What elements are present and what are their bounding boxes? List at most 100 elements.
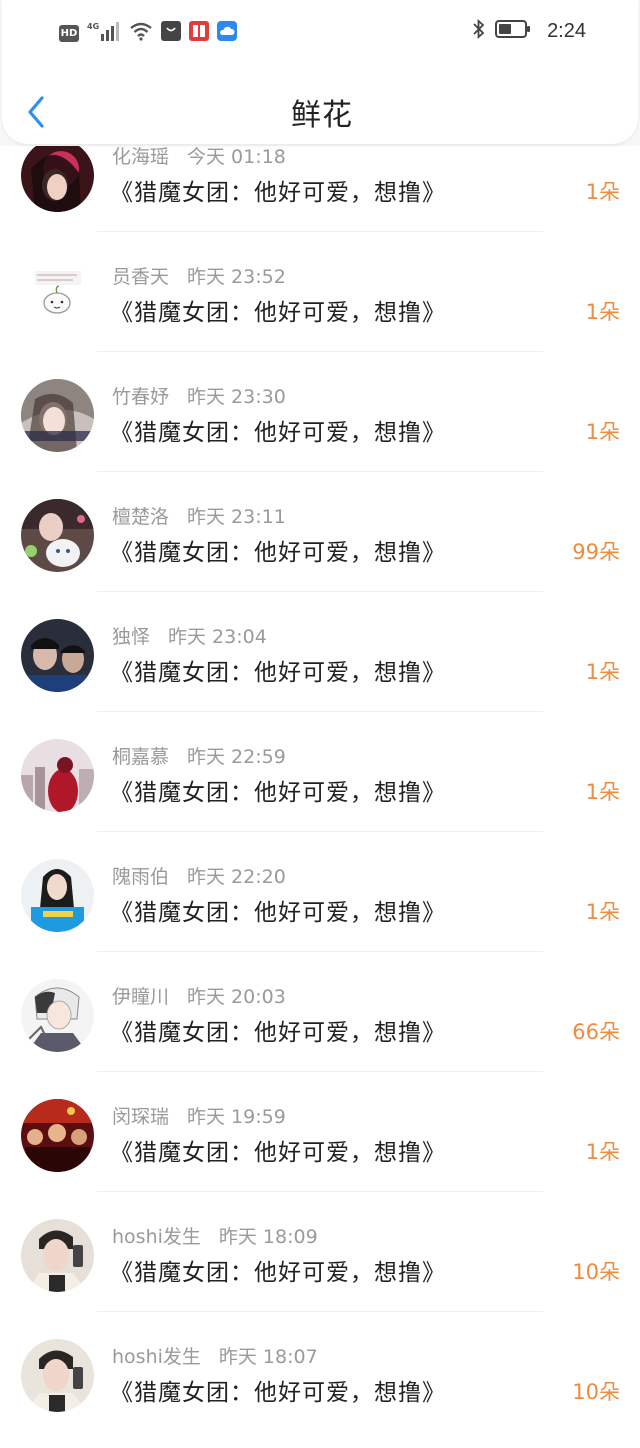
- sender-name: 伊瞳川: [112, 986, 170, 1008]
- flower-count: 99朵: [572, 540, 620, 564]
- status-time: 2:24: [547, 19, 586, 42]
- item-message: 《猎魔女团：他好可爱，想撸》: [110, 1140, 446, 1166]
- item-time: 昨天 19:59: [187, 1106, 286, 1128]
- sender-name: 员香天: [112, 266, 170, 288]
- sender-name: hoshi发生: [112, 1346, 201, 1368]
- list-item[interactable]: 闵琛瑞 昨天 19:59 《猎魔女团：他好可爱，想撸》 1朵: [0, 1088, 640, 1208]
- flower-count: 1朵: [585, 660, 620, 684]
- item-message: 《猎魔女团：他好可爱，想撸》: [110, 900, 446, 926]
- list-item[interactable]: hoshi发生 昨天 18:07 《猎魔女团：他好可爱，想撸》 10朵: [0, 1328, 640, 1448]
- item-time: 昨天 23:30: [187, 386, 286, 408]
- sender-name: 檀楚洛: [112, 506, 170, 528]
- item-meta: 闵琛瑞 昨天 19:59: [112, 1102, 286, 1129]
- avatar[interactable]: [21, 499, 94, 572]
- avatar[interactable]: [21, 259, 94, 332]
- divider: [97, 1071, 543, 1072]
- avatar[interactable]: [21, 1339, 94, 1412]
- flower-count: 1朵: [585, 420, 620, 444]
- list-item[interactable]: 化海瑶 今天 01:18 《猎魔女团：他好可爱，想撸》 1朵: [0, 128, 640, 248]
- list-item[interactable]: 桐嘉慕 昨天 22:59 《猎魔女团：他好可爱，想撸》 1朵: [0, 728, 640, 848]
- flower-count: 1朵: [585, 300, 620, 324]
- divider: [97, 231, 543, 232]
- item-time: 昨天 23:04: [168, 626, 267, 648]
- divider: [97, 831, 543, 832]
- avatar[interactable]: [21, 1219, 94, 1292]
- item-time: 昨天 20:03: [187, 986, 286, 1008]
- avatar[interactable]: [21, 379, 94, 452]
- list-item[interactable]: 员香天 昨天 23:52 《猎魔女团：他好可爱，想撸》 1朵: [0, 248, 640, 368]
- book-app-icon: [189, 21, 209, 45]
- avatar[interactable]: [21, 1099, 94, 1172]
- item-time: 昨天 23:11: [187, 506, 286, 528]
- flower-count: 1朵: [585, 1140, 620, 1164]
- flower-count: 66朵: [572, 1020, 620, 1044]
- item-message: 《猎魔女团：他好可爱，想撸》: [110, 1260, 446, 1286]
- item-time: 昨天 22:59: [187, 746, 286, 768]
- item-time: 昨天 22:20: [187, 866, 286, 888]
- status-bar: HD 4G 2:24: [2, 0, 640, 64]
- avatar[interactable]: [21, 859, 94, 932]
- sender-name: 独怿: [112, 626, 151, 648]
- item-time: 今天 01:18: [187, 146, 286, 168]
- flower-count: 1朵: [585, 780, 620, 804]
- item-meta: 员香天 昨天 23:52: [112, 262, 286, 289]
- sender-name: hoshi发生: [112, 1226, 201, 1248]
- flower-count: 10朵: [572, 1380, 620, 1404]
- cloud-app-icon: [217, 21, 237, 45]
- item-message: 《猎魔女团：他好可爱，想撸》: [110, 780, 446, 806]
- battery-icon: [495, 19, 531, 43]
- item-message: 《猎魔女团：他好可爱，想撸》: [110, 300, 446, 326]
- divider: [97, 591, 543, 592]
- flower-count: 10朵: [572, 1260, 620, 1284]
- list-item[interactable]: 檀楚洛 昨天 23:11 《猎魔女团：他好可爱，想撸》 99朵: [0, 488, 640, 608]
- hd-icon: HD: [59, 24, 79, 42]
- divider: [97, 471, 543, 472]
- bluetooth-icon: [471, 18, 487, 44]
- avatar[interactable]: [21, 139, 94, 212]
- sender-name: 闵琛瑞: [112, 1106, 170, 1128]
- item-message: 《猎魔女团：他好可爱，想撸》: [110, 1020, 446, 1046]
- item-message: 《猎魔女团：他好可爱，想撸》: [110, 420, 446, 446]
- item-meta: 独怿 昨天 23:04: [112, 622, 267, 649]
- item-meta: 檀楚洛 昨天 23:11: [112, 502, 286, 529]
- sender-name: 桐嘉慕: [112, 746, 170, 768]
- item-time: 昨天 18:07: [218, 1346, 318, 1368]
- shopping-bag-icon: [161, 21, 181, 45]
- item-meta: hoshi发生 昨天 18:07: [112, 1342, 318, 1369]
- item-meta: 桐嘉慕 昨天 22:59: [112, 742, 286, 769]
- signal-4g-icon: 4G: [87, 20, 121, 46]
- divider: [97, 951, 543, 952]
- item-message: 《猎魔女团：他好可爱，想撸》: [110, 180, 446, 206]
- item-meta: 竹春妤 昨天 23:30: [112, 382, 286, 409]
- item-time: 昨天 23:52: [187, 266, 286, 288]
- header-card: HD 4G 2:24 鲜花: [2, 0, 638, 144]
- svg-text:4G: 4G: [87, 22, 99, 31]
- list-item[interactable]: 竹春妤 昨天 23:30 《猎魔女团：他好可爱，想撸》 1朵: [0, 368, 640, 488]
- flower-count: 1朵: [585, 900, 620, 924]
- sender-name: 竹春妤: [112, 386, 170, 408]
- item-message: 《猎魔女团：他好可爱，想撸》: [110, 660, 446, 686]
- list-item[interactable]: 隗雨伯 昨天 22:20 《猎魔女团：他好可爱，想撸》 1朵: [0, 848, 640, 968]
- avatar[interactable]: [21, 739, 94, 812]
- item-meta: 伊瞳川 昨天 20:03: [112, 982, 286, 1009]
- divider: [97, 1191, 543, 1192]
- list-item[interactable]: 伊瞳川 昨天 20:03 《猎魔女团：他好可爱，想撸》 66朵: [0, 968, 640, 1088]
- item-meta: 化海瑶 今天 01:18: [112, 142, 286, 169]
- sender-name: 化海瑶: [112, 146, 170, 168]
- divider: [97, 1311, 543, 1312]
- flower-count: 1朵: [585, 180, 620, 204]
- divider: [97, 351, 543, 352]
- app-header: HD 4G 2:24 鲜花: [0, 0, 640, 146]
- wifi-icon: [129, 21, 153, 45]
- divider: [97, 711, 543, 712]
- avatar[interactable]: [21, 619, 94, 692]
- item-meta: hoshi发生 昨天 18:09: [112, 1222, 318, 1249]
- sender-name: 隗雨伯: [112, 866, 170, 888]
- avatar[interactable]: [21, 979, 94, 1052]
- list-item[interactable]: 独怿 昨天 23:04 《猎魔女团：他好可爱，想撸》 1朵: [0, 608, 640, 728]
- list-item[interactable]: hoshi发生 昨天 18:09 《猎魔女团：他好可爱，想撸》 10朵: [0, 1208, 640, 1328]
- page-title: 鲜花: [291, 98, 353, 133]
- flower-gift-list: 化海瑶 今天 01:18 《猎魔女团：他好可爱，想撸》 1朵 员香天 昨天 23:5…: [0, 128, 640, 1448]
- item-time: 昨天 18:09: [218, 1226, 318, 1248]
- item-message: 《猎魔女团：他好可爱，想撸》: [110, 540, 446, 566]
